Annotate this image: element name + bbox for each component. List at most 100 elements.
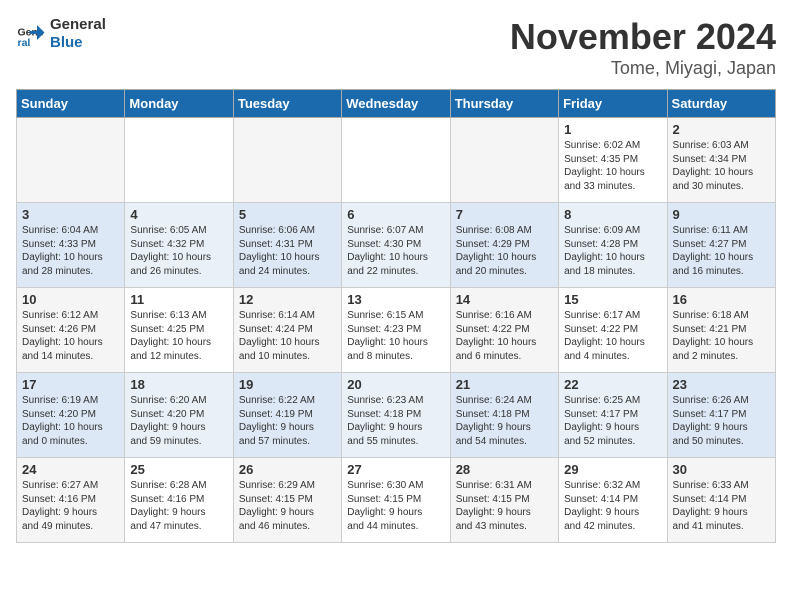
day-info: Sunrise: 6:17 AM Sunset: 4:22 PM Dayligh… (564, 309, 661, 363)
calendar-day-cell: 8 Sunrise: 6:09 AM Sunset: 4:28 PM Daylig… (559, 203, 667, 288)
calendar-week-row: 17 Sunrise: 6:19 AM Sunset: 4:20 PM Dayli… (17, 373, 776, 458)
day-number: 1 (564, 122, 661, 137)
calendar-day-cell: 12 Sunrise: 6:14 AM Sunset: 4:24 PM Dayli… (233, 288, 341, 373)
location-title: Tome, Miyagi, Japan (510, 58, 776, 79)
calendar-day-cell: 29Sunrise: 6:32 AM Sunset: 4:14 PM Dayli… (559, 458, 667, 543)
calendar-day-cell: 23 Sunrise: 6:26 AM Sunset: 4:17 PM Dayli… (667, 373, 775, 458)
day-info: Sunrise: 6:20 AM Sunset: 4:20 PM Dayligh… (130, 394, 227, 448)
day-number: 2 (673, 122, 770, 137)
day-info: Sunrise: 6:19 AM Sunset: 4:20 PM Dayligh… (22, 394, 119, 448)
day-info: Sunrise: 6:16 AM Sunset: 4:22 PM Dayligh… (456, 309, 553, 363)
day-info: Sunrise: 6:06 AM Sunset: 4:31 PM Dayligh… (239, 224, 336, 278)
day-info: Sunrise: 6:33 AM Sunset: 4:14 PM Dayligh… (673, 479, 770, 533)
day-number: 16 (673, 292, 770, 307)
weekday-header-thursday: Thursday (450, 90, 558, 118)
day-number: 3 (22, 207, 119, 222)
calendar-day-cell: 4 Sunrise: 6:05 AM Sunset: 4:32 PM Daylig… (125, 203, 233, 288)
day-info: Sunrise: 6:30 AM Sunset: 4:15 PM Dayligh… (347, 479, 444, 533)
calendar-day-cell: 27 Sunrise: 6:30 AM Sunset: 4:15 PM Dayli… (342, 458, 450, 543)
day-info: Sunrise: 6:05 AM Sunset: 4:32 PM Dayligh… (130, 224, 227, 278)
calendar-week-row: 1 Sunrise: 6:02 AM Sunset: 4:35 PM Daylig… (17, 118, 776, 203)
day-info: Sunrise: 6:24 AM Sunset: 4:18 PM Dayligh… (456, 394, 553, 448)
calendar-empty-cell (17, 118, 125, 203)
weekday-header-saturday: Saturday (667, 90, 775, 118)
day-number: 30 (673, 462, 770, 477)
calendar-day-cell: 6 Sunrise: 6:07 AM Sunset: 4:30 PM Daylig… (342, 203, 450, 288)
day-info: Sunrise: 6:15 AM Sunset: 4:23 PM Dayligh… (347, 309, 444, 363)
day-number: 20 (347, 377, 444, 392)
weekday-header-monday: Monday (125, 90, 233, 118)
day-number: 7 (456, 207, 553, 222)
calendar-week-row: 3 Sunrise: 6:04 AM Sunset: 4:33 PM Daylig… (17, 203, 776, 288)
day-number: 24 (22, 462, 119, 477)
calendar-day-cell: 17 Sunrise: 6:19 AM Sunset: 4:20 PM Dayli… (17, 373, 125, 458)
day-number: 8 (564, 207, 661, 222)
day-number: 12 (239, 292, 336, 307)
day-info: Sunrise: 6:08 AM Sunset: 4:29 PM Dayligh… (456, 224, 553, 278)
calendar-day-cell: 3 Sunrise: 6:04 AM Sunset: 4:33 PM Daylig… (17, 203, 125, 288)
calendar-day-cell: 11 Sunrise: 6:13 AM Sunset: 4:25 PM Dayli… (125, 288, 233, 373)
day-number: 19 (239, 377, 336, 392)
day-number: 14 (456, 292, 553, 307)
day-info: Sunrise: 6:25 AM Sunset: 4:17 PM Dayligh… (564, 394, 661, 448)
calendar-table: SundayMondayTuesdayWednesdayThursdayFrid… (16, 89, 776, 543)
day-number: 17 (22, 377, 119, 392)
day-info: Sunrise: 6:23 AM Sunset: 4:18 PM Dayligh… (347, 394, 444, 448)
day-number: 28 (456, 462, 553, 477)
day-number: 4 (130, 207, 227, 222)
day-info: Sunrise: 6:28 AM Sunset: 4:16 PM Dayligh… (130, 479, 227, 533)
calendar-day-cell: 9Sunrise: 6:11 AM Sunset: 4:27 PM Daylig… (667, 203, 775, 288)
calendar-day-cell: 7 Sunrise: 6:08 AM Sunset: 4:29 PM Daylig… (450, 203, 558, 288)
day-info: Sunrise: 6:29 AM Sunset: 4:15 PM Dayligh… (239, 479, 336, 533)
day-number: 23 (673, 377, 770, 392)
logo: Gene ral General Blue (16, 16, 106, 52)
day-info: Sunrise: 6:07 AM Sunset: 4:30 PM Dayligh… (347, 224, 444, 278)
day-info: Sunrise: 6:31 AM Sunset: 4:15 PM Dayligh… (456, 479, 553, 533)
page-header: Gene ral General Blue November 2024 Tome… (16, 16, 776, 79)
day-info: Sunrise: 6:22 AM Sunset: 4:19 PM Dayligh… (239, 394, 336, 448)
day-number: 26 (239, 462, 336, 477)
day-number: 9 (673, 207, 770, 222)
calendar-day-cell: 5 Sunrise: 6:06 AM Sunset: 4:31 PM Daylig… (233, 203, 341, 288)
calendar-week-row: 24 Sunrise: 6:27 AM Sunset: 4:16 PM Dayli… (17, 458, 776, 543)
day-number: 5 (239, 207, 336, 222)
calendar-day-cell: 14 Sunrise: 6:16 AM Sunset: 4:22 PM Dayli… (450, 288, 558, 373)
logo-blue: Blue (50, 34, 83, 51)
day-info: Sunrise: 6:09 AM Sunset: 4:28 PM Dayligh… (564, 224, 661, 278)
day-info: Sunrise: 6:18 AM Sunset: 4:21 PM Dayligh… (673, 309, 770, 363)
day-info: Sunrise: 6:02 AM Sunset: 4:35 PM Dayligh… (564, 139, 661, 193)
calendar-empty-cell (233, 118, 341, 203)
weekday-header-tuesday: Tuesday (233, 90, 341, 118)
logo-general: General (50, 16, 106, 33)
day-number: 29 (564, 462, 661, 477)
weekday-header-friday: Friday (559, 90, 667, 118)
calendar-day-cell: 21 Sunrise: 6:24 AM Sunset: 4:18 PM Dayli… (450, 373, 558, 458)
calendar-day-cell: 16 Sunrise: 6:18 AM Sunset: 4:21 PM Dayli… (667, 288, 775, 373)
calendar-day-cell: 2Sunrise: 6:03 AM Sunset: 4:34 PM Daylig… (667, 118, 775, 203)
calendar-empty-cell (450, 118, 558, 203)
day-info: Sunrise: 6:04 AM Sunset: 4:33 PM Dayligh… (22, 224, 119, 278)
calendar-day-cell: 19 Sunrise: 6:22 AM Sunset: 4:19 PM Dayli… (233, 373, 341, 458)
calendar-day-cell: 13Sunrise: 6:15 AM Sunset: 4:23 PM Dayli… (342, 288, 450, 373)
day-number: 6 (347, 207, 444, 222)
day-number: 22 (564, 377, 661, 392)
svg-text:ral: ral (18, 37, 31, 49)
day-info: Sunrise: 6:13 AM Sunset: 4:25 PM Dayligh… (130, 309, 227, 363)
day-info: Sunrise: 6:26 AM Sunset: 4:17 PM Dayligh… (673, 394, 770, 448)
weekday-header-sunday: Sunday (17, 90, 125, 118)
weekday-header-wednesday: Wednesday (342, 90, 450, 118)
day-number: 27 (347, 462, 444, 477)
calendar-week-row: 10 Sunrise: 6:12 AM Sunset: 4:26 PM Dayli… (17, 288, 776, 373)
day-number: 21 (456, 377, 553, 392)
day-info: Sunrise: 6:12 AM Sunset: 4:26 PM Dayligh… (22, 309, 119, 363)
day-number: 11 (130, 292, 227, 307)
calendar-day-cell: 22 Sunrise: 6:25 AM Sunset: 4:17 PM Dayli… (559, 373, 667, 458)
day-info: Sunrise: 6:27 AM Sunset: 4:16 PM Dayligh… (22, 479, 119, 533)
calendar-day-cell: 24 Sunrise: 6:27 AM Sunset: 4:16 PM Dayli… (17, 458, 125, 543)
calendar-day-cell: 10 Sunrise: 6:12 AM Sunset: 4:26 PM Dayli… (17, 288, 125, 373)
day-info: Sunrise: 6:14 AM Sunset: 4:24 PM Dayligh… (239, 309, 336, 363)
calendar-day-cell: 18Sunrise: 6:20 AM Sunset: 4:20 PM Dayli… (125, 373, 233, 458)
calendar-empty-cell (125, 118, 233, 203)
calendar-day-cell: 15Sunrise: 6:17 AM Sunset: 4:22 PM Dayli… (559, 288, 667, 373)
day-number: 10 (22, 292, 119, 307)
